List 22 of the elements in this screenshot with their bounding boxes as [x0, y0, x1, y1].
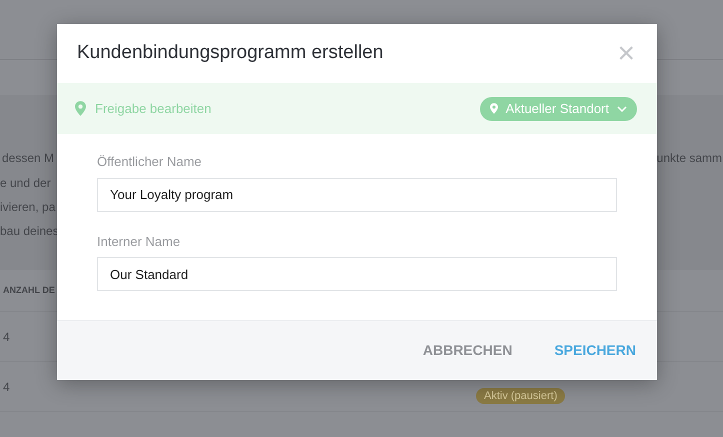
location-dropdown[interactable]: Aktueller Standort [480, 96, 637, 120]
description-text: ivieren, pa [0, 200, 56, 214]
close-button[interactable]: × [617, 38, 635, 68]
map-pin-icon [490, 103, 498, 114]
column-header: ANZAHL DE [3, 284, 55, 297]
table-cell-text: 4 [2, 378, 10, 396]
input-field[interactable]: Our Standard [97, 257, 617, 291]
field-label: Öffentlicher Name [97, 153, 203, 171]
cancel-button[interactable]: ABBRECHEN [422, 340, 512, 361]
chevron-icon [617, 106, 627, 112]
table-cell-text: 4 [2, 328, 10, 346]
input-field[interactable]: Your Loyalty program [97, 178, 617, 212]
description-text: dessen M [1, 150, 54, 167]
description-text: bau deines [0, 224, 59, 238]
description-text: unkte samm [656, 150, 723, 167]
field-label: Interner Name [97, 232, 182, 250]
description-text: e und der [0, 176, 51, 190]
dialog-title: Kundenbindungsprogramm erstellen [77, 41, 384, 66]
save-button[interactable]: SPEICHERN [554, 340, 636, 361]
map-pin-icon [75, 101, 86, 116]
status-badge: Aktiv (pausiert) [476, 388, 566, 404]
share-label: Freigabe bearbeiten [95, 100, 212, 118]
